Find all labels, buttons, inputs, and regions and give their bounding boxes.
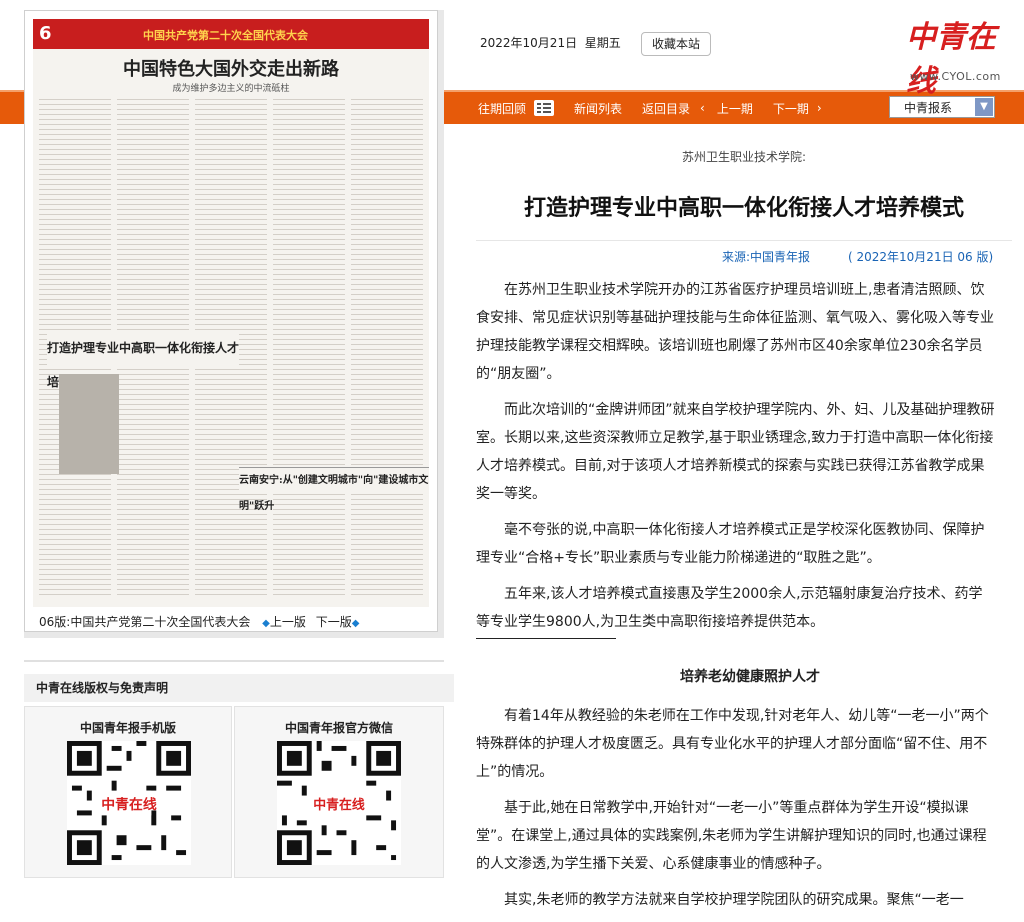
article-body: 在苏州卫生职业技术学院开办的江苏省医疗护理员培训班上,患者清洁照顾、饮食安排、常… — [476, 276, 996, 644]
qr-code-wechat: 中青在线 — [277, 741, 401, 865]
paragraph: 基于此,她在日常教学中,开始针对“一老一小”等重点群体为学生开设“模拟课堂”。在… — [476, 800, 987, 872]
logo-domain: www.CYOL.com — [910, 70, 1001, 83]
paper-page-number: 6 — [39, 23, 52, 44]
article-body-2: 有着14年从教经验的朱老师在工作中发现,针对老年人、幼儿等“一老一小”两个特殊群… — [476, 702, 996, 922]
qr-logo-mobile: 中青在线 — [101, 796, 157, 813]
qr-code-mobile: 中青在线 — [67, 741, 191, 865]
paper-select-value: 中青报系 — [904, 101, 953, 115]
page-caption-text: 06版:中国共产党第二十次全国代表大会 — [39, 615, 251, 629]
logo-mark: 中青在线 — [906, 20, 996, 99]
paper-article-link[interactable]: 打造护理专业中高职一体化衔接人才培养模式 — [47, 331, 239, 389]
paragraph: 五年来,该人才培养模式直接惠及学生2000余人,示范辐射康复治疗技术、药学等专业… — [476, 586, 983, 630]
arrow-left-icon: ◆ — [262, 618, 270, 629]
chevron-right-icon: › — [816, 101, 822, 115]
section-separator — [476, 638, 616, 639]
back-to-index-link[interactable]: 返回目录 — [642, 100, 690, 117]
qr-card-mobile: 中国青年报手机版 中青在线 — [24, 706, 232, 878]
current-date: 2022年10月21日 星期五 — [480, 36, 621, 50]
paragraph: 在苏州卫生职业技术学院开办的江苏省医疗护理员培训班上,患者清洁照顾、饮食安排、常… — [476, 282, 994, 382]
list-icon[interactable] — [534, 100, 555, 116]
newspaper-page[interactable]: 6 中国共产党第二十次全国代表大会 中国特色大国外交走出新路 成为维护多边主义的… — [24, 10, 438, 632]
news-list-link[interactable]: 新闻列表 — [574, 100, 622, 117]
chevron-left-icon: ‹ — [700, 101, 705, 115]
article-title: 打造护理专业中高职一体化衔接人才培养模式 — [523, 196, 964, 221]
prev-issue-link[interactable]: 上一期 — [717, 100, 753, 117]
paper-select[interactable]: 中青报系 ▼ — [889, 96, 995, 118]
paper-headline[interactable]: 中国特色大国外交走出新路 — [33, 55, 429, 81]
paper-banner-text: 中国共产党第二十次全国代表大会 — [143, 29, 308, 42]
article-date-page: ( 2022年10月21日 06 版) — [848, 250, 994, 264]
favorite-button[interactable]: 收藏本站 — [641, 32, 711, 56]
next-page-link[interactable]: 下一版◆ — [316, 615, 360, 629]
chevron-down-icon: ▼ — [975, 98, 993, 116]
issue-nav: 往期回顾 新闻列表 返回目录 ‹ 上一期 下一期 › — [478, 92, 834, 124]
article-meta: 来源:中国青年报 ( 2022年10月21日 06 版) — [476, 240, 1012, 267]
site-logo[interactable]: 中青在线 www.CYOL.com — [906, 12, 1006, 99]
paper-article2-link[interactable]: 云南安宁:从"创建文明城市"向"建设城市文明"跃升 — [239, 467, 429, 512]
qr-wechat-title: 中国青年报官方微信 — [284, 721, 393, 735]
paragraph: 有着14年从教经验的朱老师在工作中发现,针对老年人、幼儿等“一老一小”两个特殊群… — [476, 708, 989, 780]
prev-page-link[interactable]: ◆上一版 — [262, 615, 306, 629]
arrow-right-icon: ◆ — [351, 618, 360, 629]
article-source: 来源:中国青年报 — [722, 250, 811, 264]
paper-subheadline: 成为维护多边主义的中流砥柱 — [172, 84, 290, 94]
paragraph: 而此次培训的“金牌讲师团”就来自学校护理学院内、外、妇、儿及基础护理教研室。长期… — [476, 402, 995, 502]
newspaper-image[interactable]: 6 中国共产党第二十次全国代表大会 中国特色大国外交走出新路 成为维护多边主义的… — [33, 19, 429, 607]
past-issues-link[interactable]: 往期回顾 — [478, 100, 526, 117]
article-subheading: 培养老幼健康照护人才 — [680, 669, 820, 685]
page-caption: 06版:中国共产党第二十次全国代表大会 ◆上一版 下一版◆ — [39, 613, 359, 630]
paper-banner: 6 中国共产党第二十次全国代表大会 — [33, 19, 429, 49]
paragraph: 其实,朱老师的教学方法就来自学校护理学院团队的研究成果。聚焦“一老一 — [504, 892, 964, 908]
qr-mobile-title: 中国青年报手机版 — [79, 721, 176, 735]
article-supertitle: 苏州卫生职业技术学院: — [681, 150, 807, 164]
qr-card-wechat: 中国青年报官方微信 中青在线 — [234, 706, 444, 878]
left-divider — [24, 660, 444, 662]
qr-logo-wechat: 中青在线 — [313, 797, 365, 813]
next-issue-link[interactable]: 下一期 — [773, 100, 809, 117]
paper-photo — [59, 374, 119, 474]
paragraph: 毫不夸张的说,中高职一体化衔接人才培养模式正是学校深化医教协同、保障护理专业“合… — [476, 522, 985, 566]
copyright-link[interactable]: 中青在线版权与免责声明 — [24, 674, 454, 702]
